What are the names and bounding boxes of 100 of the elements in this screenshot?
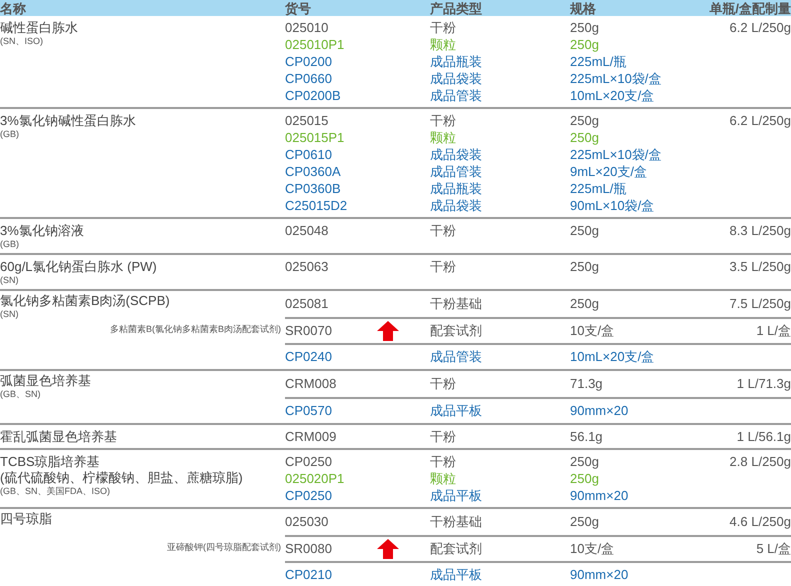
standard-label: (GB) xyxy=(0,129,20,140)
column-header: 货号 xyxy=(285,2,312,14)
yield-value: 6.2 L/250g xyxy=(730,112,791,130)
product-type: 成品瓶装 xyxy=(430,180,483,198)
spec-value: 56.1g xyxy=(570,428,604,446)
spec-value: 250g xyxy=(570,112,600,130)
item-code: CP0250 xyxy=(285,486,333,505)
yield-value: 3.5 L/250g xyxy=(730,258,791,276)
spec-value: 225mL×10袋/盒 xyxy=(570,146,662,164)
item-code: CP0210 xyxy=(285,566,333,584)
product-type: 干粉 xyxy=(430,18,457,37)
product-name: 霍乱弧菌显色培养基 xyxy=(0,429,118,445)
product-name: 3%氯化钠碱性蛋白胨水 xyxy=(0,113,137,129)
yield-value: 5 L/盒 xyxy=(756,540,791,558)
spec-value: 225mL/瓶 xyxy=(570,180,628,198)
item-code: CP0570 xyxy=(285,402,333,420)
spec-value: 250g xyxy=(570,222,600,240)
item-code: 025063 xyxy=(285,258,330,276)
item-code: CP0610 xyxy=(285,146,333,164)
spec-value: 225mL×10袋/盒 xyxy=(570,70,662,88)
spec-value: 250g xyxy=(570,452,600,471)
product-name: 四号琼脂 xyxy=(0,511,53,527)
product-type: 干粉 xyxy=(430,375,457,394)
product-type: 干粉 xyxy=(430,428,457,446)
item-code: C25015D2 xyxy=(285,196,348,215)
product-name: 60g/L氯化钠蛋白胨水 (PW) xyxy=(0,259,158,275)
spec-value: 71.3g xyxy=(570,375,604,394)
standard-label: (SN) xyxy=(0,309,20,320)
item-code: SR0080 xyxy=(285,540,333,558)
yield-value: 4.6 L/250g xyxy=(730,513,791,532)
item-code: CP0200 xyxy=(285,52,333,71)
product-type: 成品袋装 xyxy=(430,196,483,215)
reagent-note: 亚碲酸钾(四号琼脂配套试剂) xyxy=(167,541,281,554)
item-code: 025020P1 xyxy=(285,470,346,488)
product-type: 配套试剂 xyxy=(430,540,483,558)
spec-value: 250g xyxy=(570,513,600,532)
product-name: 氯化钠多粘菌素B肉汤(SCPB) xyxy=(0,293,171,309)
spec-value: 250g xyxy=(570,18,600,37)
product-subtitle: (硫代硫酸钠、柠檬酸钠、胆盐、蔗糖琼脂) xyxy=(0,470,244,486)
spec-value: 90mm×20 xyxy=(570,402,630,420)
product-name: TCBS琼脂培养基 xyxy=(0,454,101,470)
item-code: CRM009 xyxy=(285,428,338,446)
spec-value: 250g xyxy=(570,470,600,488)
yield-value: 8.3 L/250g xyxy=(730,222,791,240)
product-type: 颗粒 xyxy=(430,470,457,488)
spec-value: 250g xyxy=(570,36,600,54)
yield-value: 7.5 L/250g xyxy=(730,295,791,314)
product-type: 颗粒 xyxy=(430,36,457,54)
reagent-note: 多粘菌素B(氯化钠多粘菌素B肉汤配套试剂) xyxy=(110,323,281,336)
spec-value: 10支/盒 xyxy=(570,322,616,340)
item-code: SR0070 xyxy=(285,322,333,340)
standard-label: (GB) xyxy=(0,239,20,250)
product-type: 成品管装 xyxy=(430,86,483,105)
standard-label: (GB、SN、美国FDA、ISO) xyxy=(0,486,112,497)
product-type: 成品平板 xyxy=(430,402,483,420)
product-type: 配套试剂 xyxy=(430,322,483,340)
standard-label: (SN、ISO) xyxy=(0,36,44,47)
spec-value: 10支/盒 xyxy=(570,540,616,558)
yield-value: 2.8 L/250g xyxy=(730,452,791,471)
column-header: 单瓶/盒配制量 xyxy=(708,2,791,14)
up-arrow-icon xyxy=(376,539,398,559)
yield-value: 6.2 L/250g xyxy=(730,18,791,37)
column-header: 规格 xyxy=(570,2,597,14)
spec-value: 9mL×20支/盒 xyxy=(570,162,648,181)
product-type: 成品瓶装 xyxy=(430,52,483,71)
yield-value: 1 L/盒 xyxy=(756,322,791,340)
product-type: 成品管装 xyxy=(430,162,483,181)
spec-value: 10mL×20支/盒 xyxy=(570,86,656,105)
product-name: 3%氯化钠溶液 xyxy=(0,223,85,239)
yield-value: 1 L/56.1g xyxy=(736,428,791,446)
product-type: 成品平板 xyxy=(430,486,483,505)
item-code: CP0360A xyxy=(285,162,342,181)
product-type: 干粉 xyxy=(430,258,457,276)
item-code: CP0250 xyxy=(285,452,333,471)
item-code: CP0200B xyxy=(285,86,342,105)
item-code: CP0660 xyxy=(285,70,333,88)
spec-value: 250g xyxy=(570,295,600,314)
standard-label: (SN) xyxy=(0,275,20,286)
item-code: 025010P1 xyxy=(285,36,346,54)
spec-value: 90mm×20 xyxy=(570,486,630,505)
item-code: 025081 xyxy=(285,295,330,314)
item-code: CRM008 xyxy=(285,375,338,394)
product-type: 干粉 xyxy=(430,452,457,471)
product-type: 成品平板 xyxy=(430,566,483,584)
product-type: 颗粒 xyxy=(430,128,457,147)
product-type: 成品管装 xyxy=(430,348,483,366)
spec-value: 90mL×10袋/盒 xyxy=(570,196,656,215)
item-code: 025048 xyxy=(285,222,330,240)
column-header: 产品类型 xyxy=(430,2,483,14)
item-code: 025015 xyxy=(285,112,330,130)
item-code: CP0360B xyxy=(285,180,342,198)
product-type: 干粉基础 xyxy=(430,295,483,314)
spec-value: 90mm×20 xyxy=(570,566,630,584)
spec-value: 250g xyxy=(570,258,600,276)
spec-value: 225mL/瓶 xyxy=(570,52,628,71)
item-code: 025010 xyxy=(285,18,330,37)
item-code: 025030 xyxy=(285,513,330,532)
product-type: 干粉 xyxy=(430,112,457,130)
product-type: 成品袋装 xyxy=(430,70,483,88)
standard-label: (GB、SN) xyxy=(0,389,42,400)
